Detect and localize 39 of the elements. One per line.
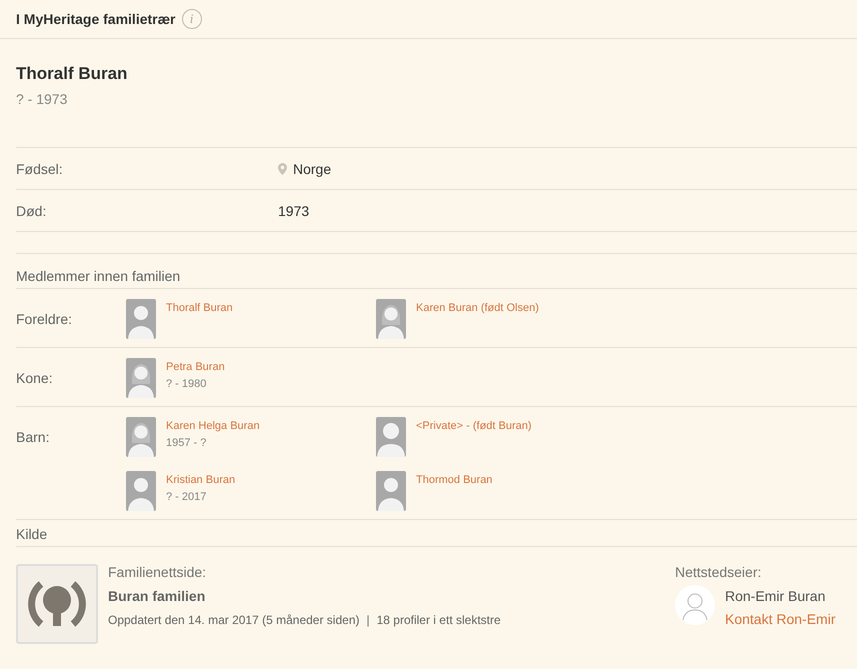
section-title: I MyHeritage familietrær (16, 11, 176, 27)
owner-label: Nettstedseier: (675, 564, 762, 580)
fact-value: 1973 (278, 202, 310, 218)
member-link[interactable]: <Private> - (født Buran) (416, 420, 532, 432)
member-link[interactable]: Karen Buran (født Olsen) (416, 302, 539, 314)
relation-label: Barn: (16, 429, 50, 445)
avatar-icon (376, 299, 406, 339)
section-heading: Kilde (16, 526, 48, 542)
fact-label: Fødsel: (16, 160, 64, 176)
avatar-icon (376, 417, 406, 457)
fact-value: Norge (293, 160, 332, 176)
location-pin-icon (278, 162, 287, 174)
profiles-count: 18 profiler i ett slektstre (376, 613, 501, 627)
member-dates: ? - 2017 (166, 491, 208, 503)
person-dates: ? - 1973 (16, 91, 68, 107)
updated-text: Oppdatert den 14. mar 2017 (5 måneder siden) (108, 613, 360, 627)
relation-label: Kone: (16, 370, 53, 386)
member-dates: ? - 1980 (166, 378, 208, 390)
avatar-icon (126, 417, 156, 457)
separator: | (366, 613, 370, 627)
info-icon[interactable]: i (182, 9, 202, 29)
member-link[interactable]: Kristian Buran (166, 474, 236, 486)
member-link[interactable]: Karen Helga Buran (166, 420, 260, 432)
avatar-icon (126, 299, 156, 339)
owner-name: Ron-Emir Buran (725, 588, 826, 604)
site-name: Buran familien (108, 588, 206, 604)
avatar-icon (126, 358, 156, 398)
member-link[interactable]: Petra Buran (166, 361, 225, 373)
relation-label: Foreldre: (16, 311, 72, 327)
member-dates: 1957 - ? (166, 437, 208, 449)
member-link[interactable]: Thormod Buran (416, 474, 492, 486)
contact-link[interactable]: Kontakt Ron-Emir (725, 611, 836, 627)
section-heading: Medlemmer innen familien (16, 268, 180, 284)
person-name: Thoralf Buran (16, 64, 128, 84)
member-link[interactable]: Thoralf Buran (166, 302, 233, 314)
avatar-icon (376, 471, 406, 511)
fact-label: Død: (16, 202, 48, 218)
site-label: Familienettside: (108, 564, 208, 580)
avatar-icon (126, 471, 156, 511)
